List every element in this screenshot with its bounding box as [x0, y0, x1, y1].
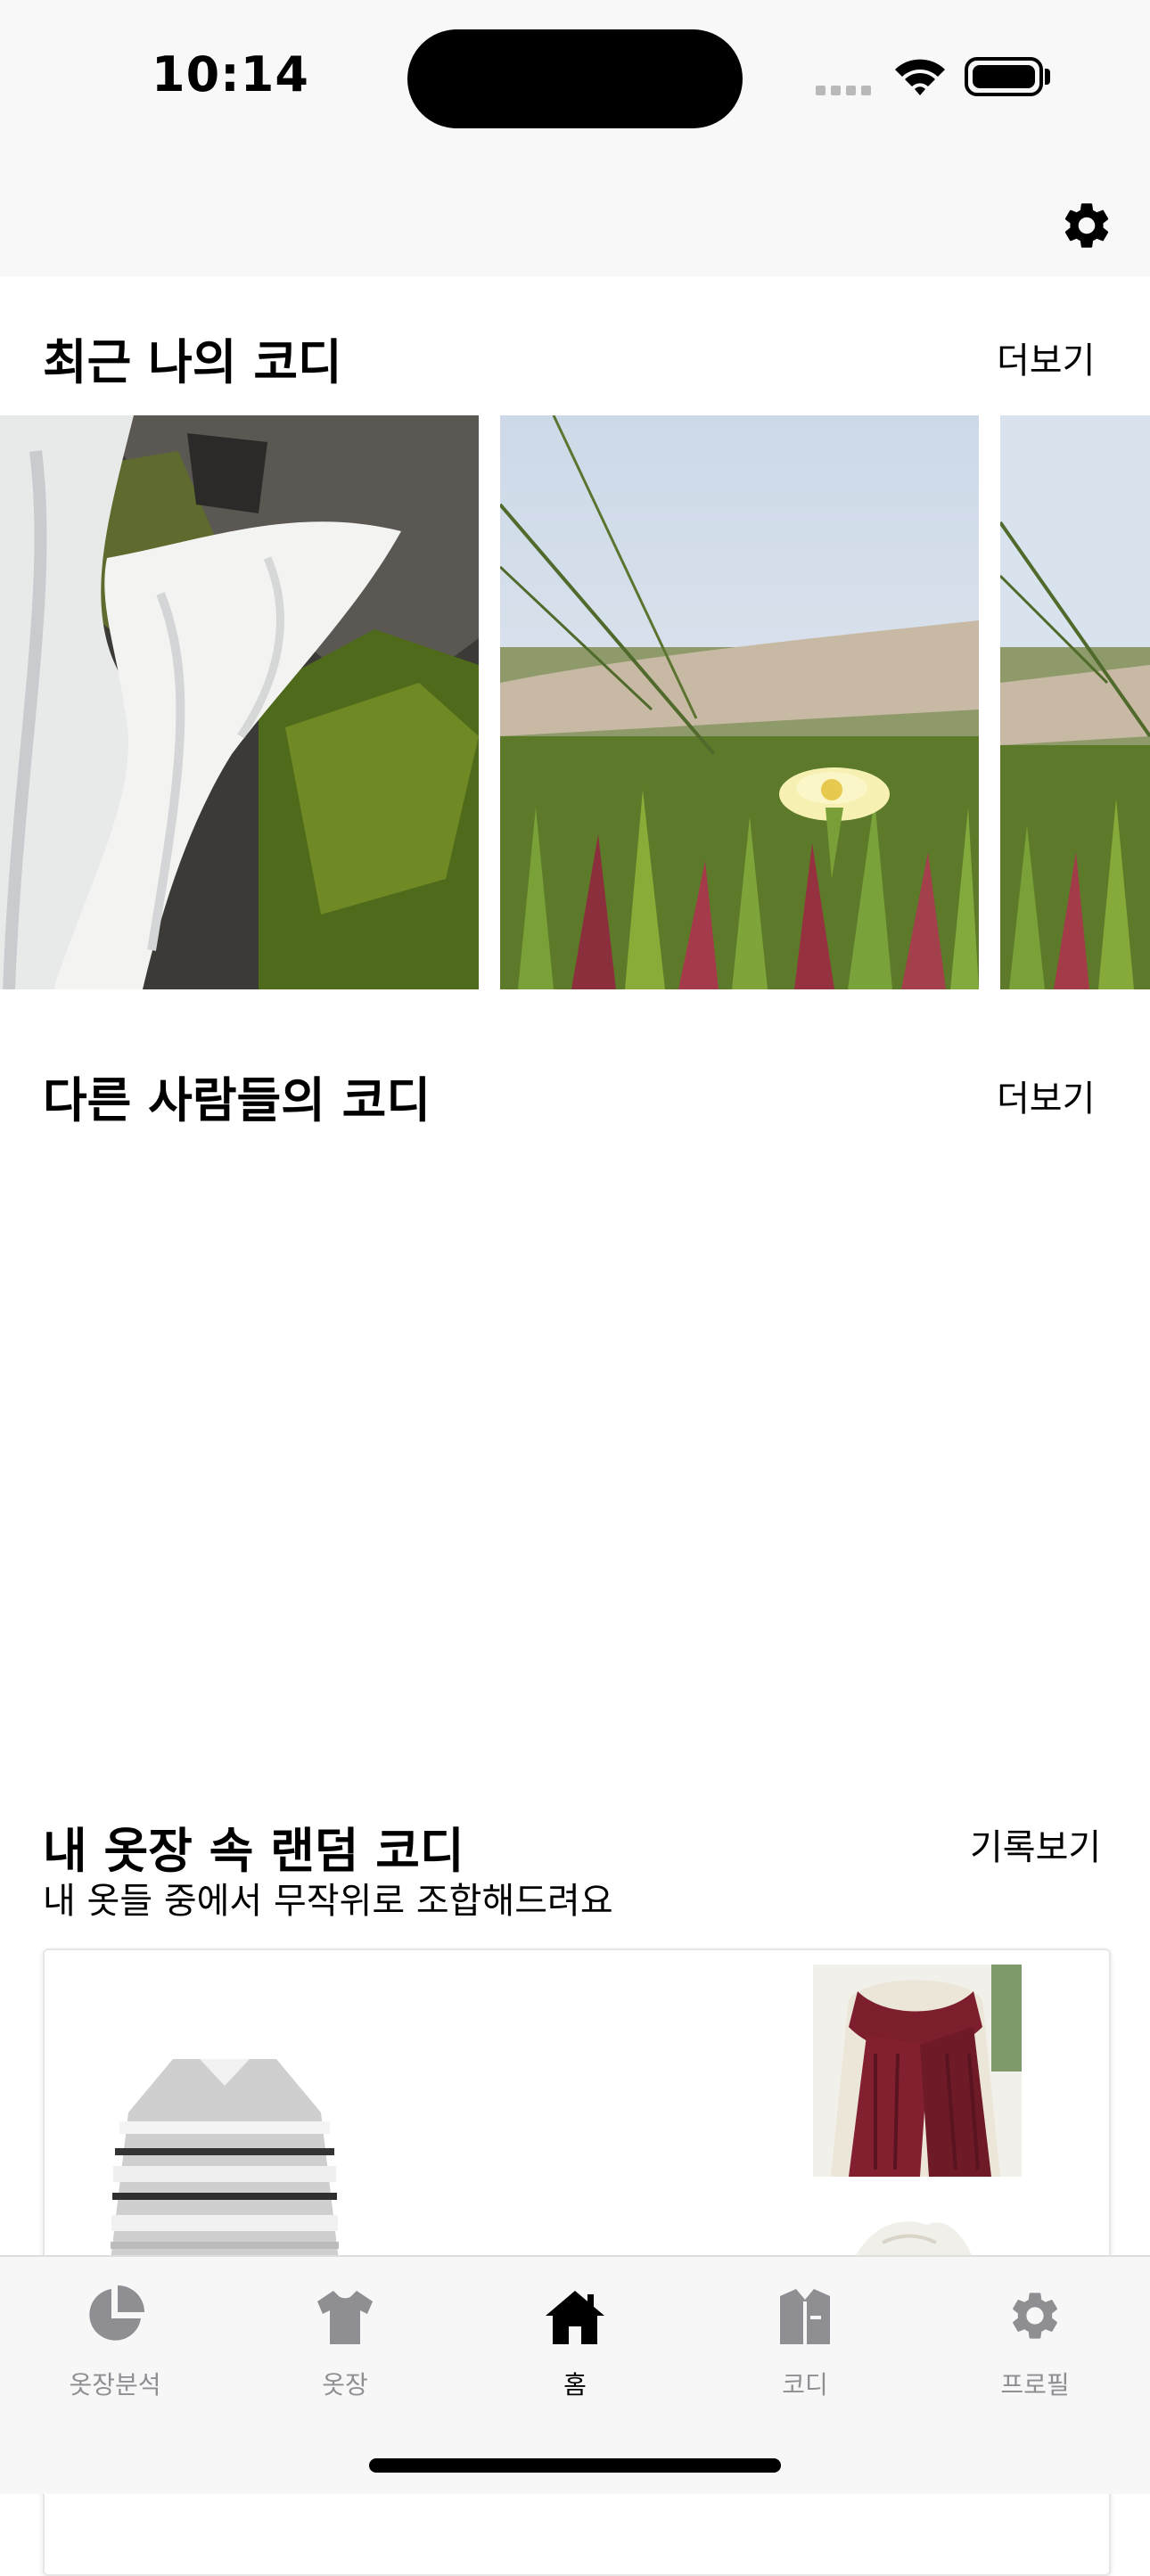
settings-gear-icon[interactable] [1059, 198, 1114, 257]
recent-coordi-title: 최근 나의 코디 [43, 334, 342, 390]
battery-tip [1045, 69, 1050, 85]
dynamic-island [407, 29, 743, 128]
recent-more-link[interactable]: 더보기 [997, 332, 1095, 383]
tab-closet[interactable]: 옷장 [230, 2273, 460, 2401]
tab-label: 옷장분석 [69, 2370, 161, 2400]
home-indicator [369, 2458, 781, 2473]
battery-icon [965, 57, 1043, 96]
pie-chart-icon [0, 2273, 230, 2344]
status-time: 10:14 [152, 46, 309, 103]
outfit-icon [690, 2273, 920, 2344]
tab-profile[interactable]: 프로필 [920, 2273, 1150, 2401]
wifi-icon [891, 55, 949, 102]
recent-photo-flower[interactable] [500, 415, 979, 989]
recent-photo-flower-partial[interactable] [1000, 415, 1150, 989]
others-more-link[interactable]: 더보기 [997, 1070, 1095, 1121]
tab-label: 옷장 [322, 2370, 368, 2400]
burgundy-scarf-image [813, 1965, 1022, 2177]
tab-label: 코디 [782, 2370, 828, 2400]
random-history-link[interactable]: 기록보기 [970, 1818, 1101, 1870]
random-coordi-subtitle: 내 옷들 중에서 무작위로 조합해드려요 [43, 1881, 613, 1922]
tab-coordi[interactable]: 코디 [690, 2273, 920, 2401]
house-icon [460, 2273, 690, 2344]
tab-label: 프로필 [1000, 2370, 1070, 2400]
tab-label: 홈 [563, 2370, 587, 2400]
cellular-signal-icon [816, 82, 876, 99]
tab-home[interactable]: 홈 [460, 2273, 690, 2401]
others-coordi-title: 다른 사람들의 코디 [43, 1072, 431, 1128]
gear-icon [920, 2273, 1150, 2344]
white-item-image [847, 2216, 981, 2259]
tshirt-icon [230, 2273, 460, 2344]
striped-sweater-image [111, 2050, 339, 2264]
tab-closet-analysis[interactable]: 옷장분석 [0, 2273, 230, 2401]
recent-photo-waterfall[interactable] [0, 415, 479, 989]
